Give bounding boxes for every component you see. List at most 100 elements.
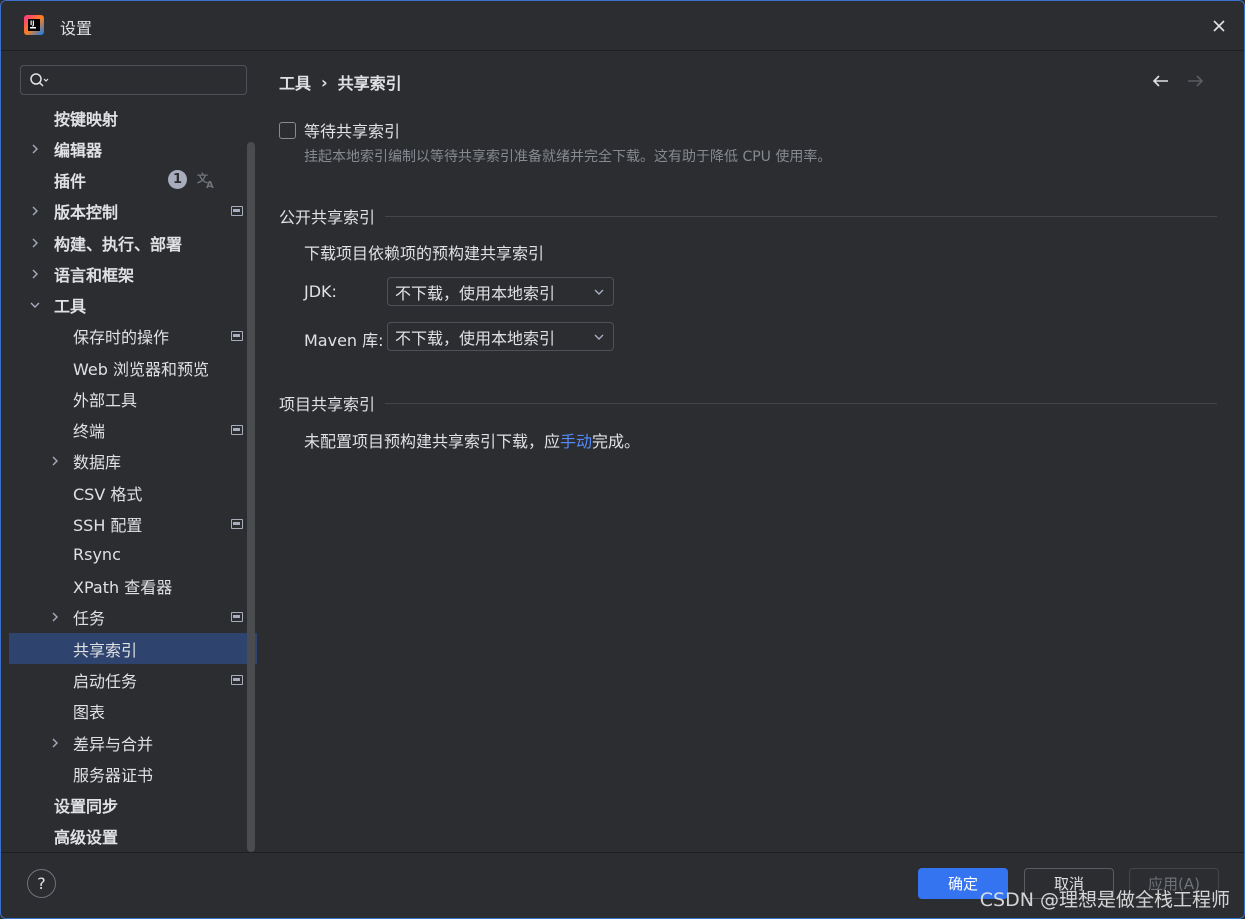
maven-select[interactable]: 不下载，使用本地索引 — [387, 322, 614, 351]
wait-shared-indexes-label[interactable]: 等待共享索引 — [304, 118, 400, 142]
tree-item-label: 设置同步 — [54, 796, 119, 816]
history-navigation — [1150, 70, 1206, 92]
back-arrow-icon[interactable] — [1150, 70, 1172, 92]
chevron-right-icon[interactable] — [49, 611, 61, 623]
wait-shared-indexes-checkbox[interactable] — [279, 121, 296, 139]
tree-item-shared-indexes[interactable]: 共享索引 — [9, 633, 257, 664]
tree-item-rsync[interactable]: Rsync — [9, 539, 257, 570]
forward-arrow-icon[interactable] — [1184, 70, 1206, 92]
sidebar-scrollbar[interactable] — [247, 142, 255, 852]
tree-item-label: Web 浏览器和预览 — [73, 359, 209, 379]
tree-item-label: XPath 查看器 — [73, 577, 173, 597]
tree-item-label: 构建、执行、部署 — [54, 234, 183, 254]
project-level-icon — [231, 424, 243, 435]
chevron-right-icon[interactable] — [49, 455, 61, 467]
tree-item-database[interactable]: 数据库 — [9, 445, 257, 476]
tree-item-external-tools[interactable]: 外部工具 — [9, 383, 257, 414]
tree-item-terminal[interactable]: 终端 — [9, 414, 257, 445]
tree-item-advanced-settings[interactable]: 高级设置 — [9, 820, 257, 851]
section-divider — [385, 215, 1217, 217]
wait-shared-indexes-option[interactable]: 等待共享索引 — [279, 118, 400, 142]
chevron-right-icon[interactable] — [29, 205, 41, 217]
maven-select-value: 不下载，使用本地索引 — [395, 328, 556, 348]
chevron-right-icon[interactable] — [49, 737, 61, 749]
close-icon[interactable] — [1211, 18, 1227, 34]
tree-item-label: 语言和框架 — [54, 265, 135, 285]
tree-item-label: 差异与合并 — [73, 734, 154, 754]
tree-item-xpath[interactable]: XPath 查看器 — [9, 570, 257, 601]
tree-item-plugins[interactable]: 插件 1 文 A — [9, 164, 257, 195]
tree-item-languages[interactable]: 语言和框架 — [9, 258, 257, 289]
breadcrumb-parent[interactable]: 工具 — [279, 70, 311, 94]
maven-label: Maven 库: — [304, 331, 384, 350]
public-shared-indexes-section: 公开共享索引 — [279, 204, 1217, 228]
tree-item-label: 服务器证书 — [73, 765, 154, 785]
dialog-footer: ? 确定 取消 应用(A) CSDN @理想是做全栈工程师 — [1, 852, 1244, 918]
tree-item-diff-merge[interactable]: 差异与合并 — [9, 727, 257, 758]
chevron-right-icon[interactable] — [29, 143, 41, 155]
chevron-down-icon[interactable] — [29, 299, 41, 311]
chevron-right-icon[interactable] — [29, 237, 41, 249]
search-box[interactable] — [20, 65, 247, 95]
window-title: 设置 — [60, 19, 93, 38]
tree-item-label: 版本控制 — [54, 202, 119, 222]
project-level-icon — [231, 611, 243, 622]
tree-item-editor[interactable]: 编辑器 — [9, 133, 257, 164]
tree-item-actions-on-save[interactable]: 保存时的操作 — [9, 320, 257, 351]
tree-item-diagrams[interactable]: 图表 — [9, 695, 257, 726]
section-title: 项目共享索引 — [279, 395, 376, 414]
tree-item-label: 外部工具 — [73, 390, 138, 410]
tree-item-web-browsers[interactable]: Web 浏览器和预览 — [9, 352, 257, 383]
tree-item-tools[interactable]: 工具 — [9, 289, 257, 320]
project-level-icon — [231, 205, 243, 216]
settings-content: 工具 › 共享索引 等待共享索引 挂起本地索引编制以等待共享索引准备就绪并完全下… — [258, 52, 1244, 852]
translate-icon: 文 A — [197, 171, 214, 190]
tree-item-keymap[interactable]: 按键映射 — [9, 102, 257, 133]
tree-item-build[interactable]: 构建、执行、部署 — [9, 227, 257, 258]
manual-link[interactable]: 手动 — [560, 432, 592, 451]
settings-sidebar: 按键映射 编辑器 插件 1 文 A 版本控制 构建、执行、部署 语言和框架 工具… — [9, 52, 257, 852]
tree-item-version-control[interactable]: 版本控制 — [9, 195, 257, 226]
tree-item-settings-sync[interactable]: 设置同步 — [9, 789, 257, 820]
intellij-logo-icon: IJ — [24, 15, 44, 35]
jdk-select-value: 不下载，使用本地索引 — [395, 283, 556, 303]
chevron-down-icon — [594, 289, 604, 295]
svg-text:A: A — [206, 180, 214, 190]
chevron-right-icon[interactable] — [29, 268, 41, 280]
tree-item-label: 图表 — [73, 702, 106, 722]
tree-item-label: 编辑器 — [54, 140, 103, 160]
wait-shared-indexes-hint: 挂起本地索引编制以等待共享索引准备就绪并完全下载。这有助于降低 CPU 使用率。 — [304, 149, 832, 165]
tree-item-label: 任务 — [73, 608, 106, 628]
project-level-icon — [231, 330, 243, 341]
tree-item-label: 共享索引 — [73, 640, 138, 660]
public-section-description: 下载项目依赖项的预构建共享索引 — [304, 244, 545, 263]
project-section-text: 未配置项目预构建共享索引下载，应手动完成。 — [304, 428, 640, 452]
tree-item-label: CSV 格式 — [73, 484, 143, 504]
tree-item-label: 工具 — [54, 296, 87, 316]
project-text-before: 未配置项目预构建共享索引下载，应 — [304, 432, 561, 451]
tree-item-label: Rsync — [73, 545, 121, 564]
tree-item-label: 插件 — [54, 171, 87, 191]
jdk-label: JDK: — [304, 282, 337, 301]
breadcrumb: 工具 › 共享索引 — [279, 70, 402, 94]
project-level-icon — [231, 518, 243, 529]
project-level-icon — [231, 674, 243, 685]
search-icon — [30, 73, 49, 87]
section-divider — [385, 402, 1217, 404]
help-button[interactable]: ? — [27, 869, 56, 898]
tree-item-server-certificates[interactable]: 服务器证书 — [9, 758, 257, 789]
jdk-select[interactable]: 不下载，使用本地索引 — [387, 277, 614, 306]
close-button[interactable] — [1206, 13, 1232, 39]
search-input[interactable] — [55, 72, 235, 88]
chevron-down-icon — [594, 334, 604, 340]
breadcrumb-current: 共享索引 — [337, 74, 402, 93]
tree-item-label: 数据库 — [73, 452, 122, 472]
tree-item-label: 启动任务 — [73, 671, 138, 691]
tree-item-tasks[interactable]: 任务 — [9, 601, 257, 632]
tree-item-ssh[interactable]: SSH 配置 — [9, 508, 257, 539]
project-shared-indexes-section: 项目共享索引 — [279, 391, 1217, 415]
tree-item-csv[interactable]: CSV 格式 — [9, 477, 257, 508]
section-title: 公开共享索引 — [279, 208, 376, 227]
tree-item-startup-tasks[interactable]: 启动任务 — [9, 664, 257, 695]
project-text-after: 完成。 — [592, 432, 641, 451]
